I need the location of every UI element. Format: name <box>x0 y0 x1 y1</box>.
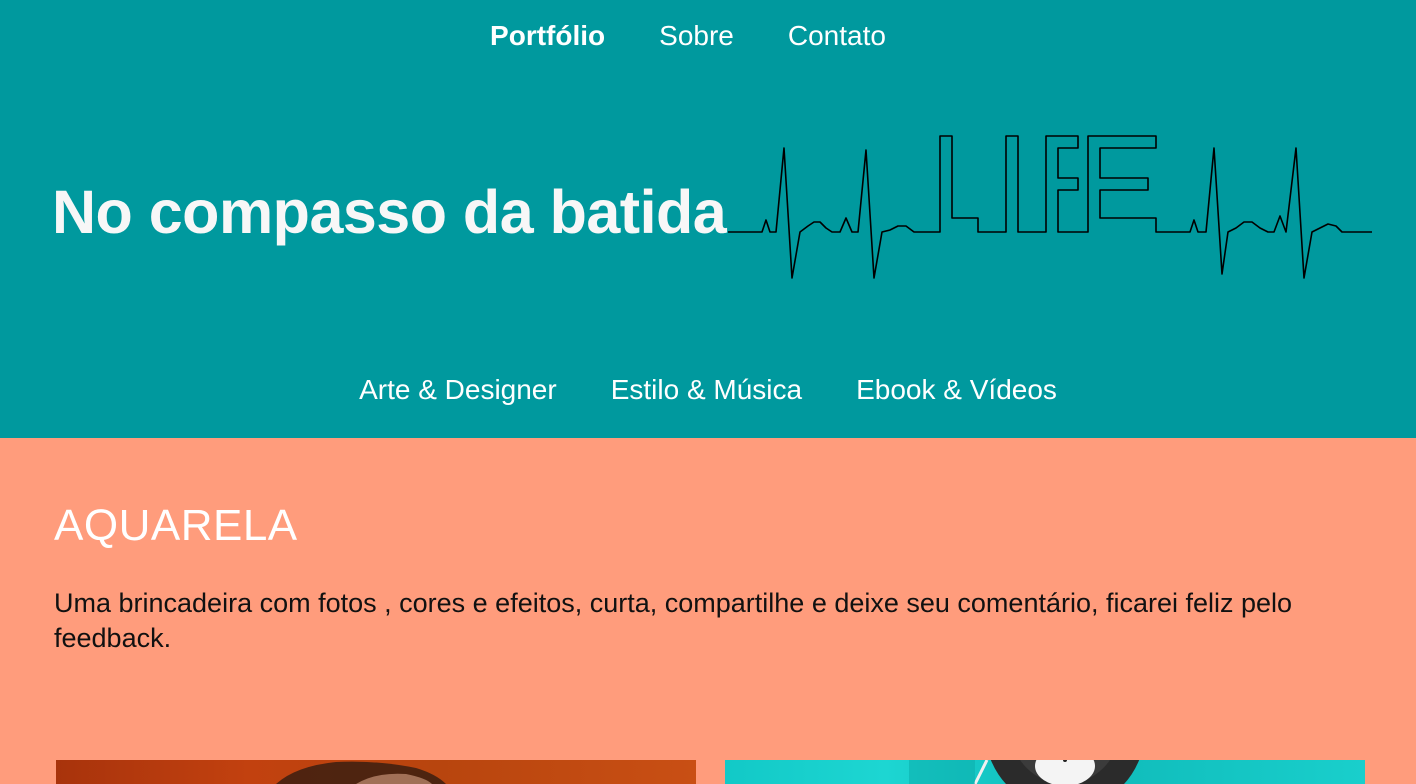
category-navigation: Arte & Designer Estilo & Música Ebook & … <box>0 372 1416 408</box>
category-link-arte-designer[interactable]: Arte & Designer <box>359 372 557 408</box>
section-description: Uma brincadeira com fotos , cores e efei… <box>54 588 1293 653</box>
gallery-thumbnail-left[interactable] <box>56 760 696 784</box>
nav-link-contato[interactable]: Contato <box>788 18 886 54</box>
category-link-ebook-videos[interactable]: Ebook & Vídeos <box>856 372 1057 408</box>
dancer-image-icon <box>276 761 446 784</box>
heartbeat-life-logo-icon <box>728 135 1372 279</box>
site-header: Portfólio Sobre Contato No compasso da b… <box>0 0 1416 438</box>
gallery-thumbnail-right[interactable] <box>725 760 1365 784</box>
vinyl-record-image-icon <box>909 760 1140 784</box>
site-title: No compasso da batida <box>52 178 727 246</box>
nav-link-portfolio[interactable]: Portfólio <box>490 18 605 54</box>
section-heading: AQUARELA <box>54 501 298 550</box>
main-content: AQUARELA Uma brincadeira com fotos , cor… <box>0 438 1416 784</box>
category-link-estilo-musica[interactable]: Estilo & Música <box>611 372 802 408</box>
nav-link-sobre[interactable]: Sobre <box>659 18 734 54</box>
top-navigation: Portfólio Sobre Contato <box>0 18 1416 54</box>
